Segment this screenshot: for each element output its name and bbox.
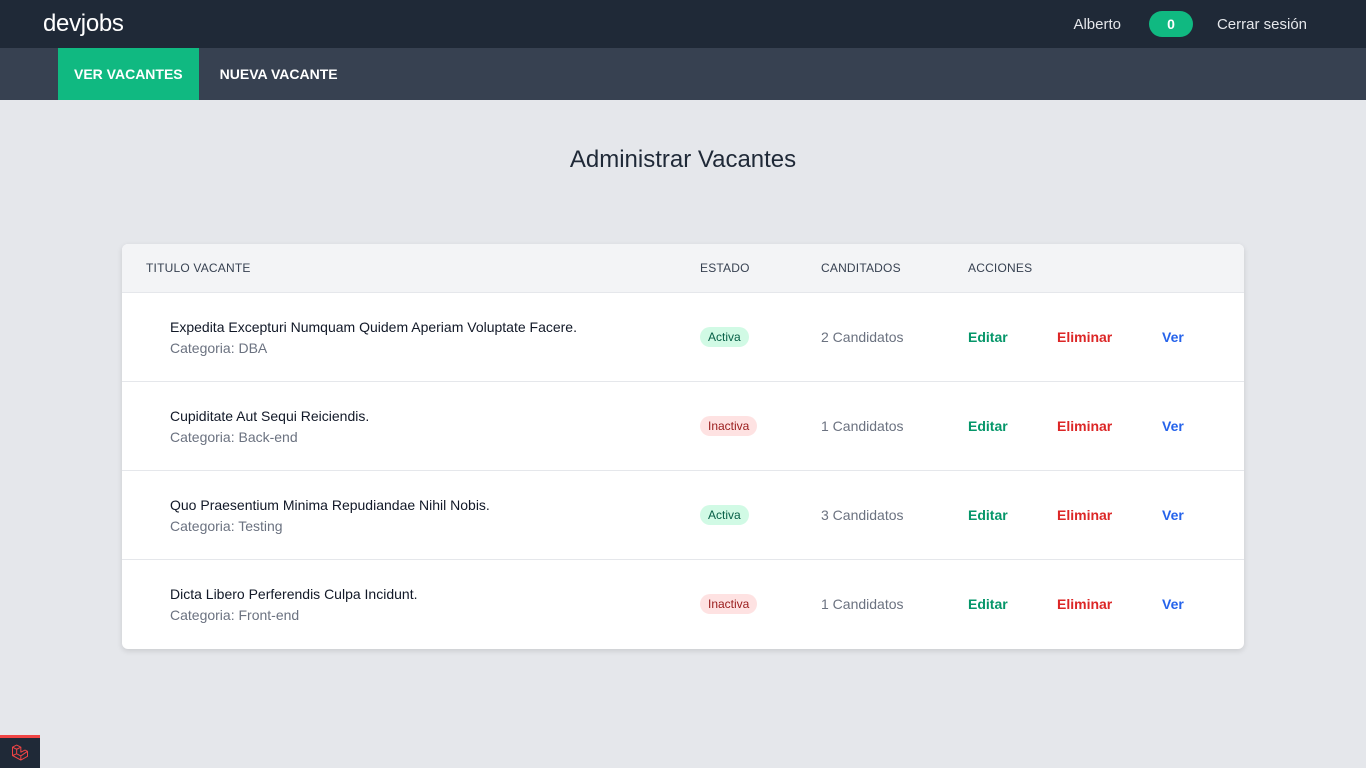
candidates-count[interactable]: 2 Candidatos <box>821 329 904 345</box>
candidates-count[interactable]: 3 Candidatos <box>821 507 904 523</box>
view-link[interactable]: Ver <box>1162 507 1184 523</box>
status-badge: Activa <box>700 505 749 525</box>
debugbar-toggle[interactable] <box>0 735 40 768</box>
laravel-icon <box>12 744 29 761</box>
view-link[interactable]: Ver <box>1162 418 1184 434</box>
table-row: Dicta Libero Perferendis Culpa Incidunt.… <box>122 560 1244 649</box>
edit-link[interactable]: Editar <box>968 596 1008 612</box>
nav-nueva-vacante[interactable]: Nueva Vacante <box>204 48 354 100</box>
user-area: Alberto 0 Cerrar sesión <box>1073 11 1307 37</box>
vacancies-table: Titulo Vacante Estado Canditados Accione… <box>122 244 1244 649</box>
nav-ver-vacantes[interactable]: Ver Vacantes <box>58 48 199 100</box>
header-candidatos: Canditados <box>821 261 901 275</box>
delete-link[interactable]: Eliminar <box>1057 507 1112 523</box>
header-titulo: Titulo Vacante <box>146 261 251 275</box>
logout-link[interactable]: Cerrar sesión <box>1217 16 1307 33</box>
job-category: Categoria: Back-end <box>170 429 298 445</box>
job-title: Expedita Excepturi Numquam Quidem Aperia… <box>170 319 577 335</box>
job-title: Quo Praesentium Minima Repudiandae Nihil… <box>170 497 490 513</box>
delete-link[interactable]: Eliminar <box>1057 418 1112 434</box>
delete-link[interactable]: Eliminar <box>1057 329 1112 345</box>
table-row: Quo Praesentium Minima Repudiandae Nihil… <box>122 471 1244 560</box>
edit-link[interactable]: Editar <box>968 507 1008 523</box>
job-category: Categoria: Front-end <box>170 607 300 623</box>
job-category: Categoria: Testing <box>170 518 283 534</box>
edit-link[interactable]: Editar <box>968 329 1008 345</box>
table-row: Expedita Excepturi Numquam Quidem Aperia… <box>122 293 1244 382</box>
page-title: Administrar Vacantes <box>569 146 797 173</box>
status-badge: Activa <box>700 327 749 347</box>
candidates-count[interactable]: 1 Candidatos <box>821 596 904 612</box>
job-category: Categoria: DBA <box>170 340 268 356</box>
job-title: Cupiditate Aut Sequi Reiciendis. <box>170 408 370 424</box>
status-badge: Inactiva <box>700 416 758 436</box>
status-badge: Inactiva <box>700 594 758 614</box>
notifications-badge[interactable]: 0 <box>1148 11 1193 37</box>
header-acciones: Acciones <box>968 261 1033 275</box>
user-name[interactable]: Alberto <box>1073 16 1121 33</box>
table-header: Titulo Vacante Estado Canditados Accione… <box>122 244 1244 293</box>
delete-link[interactable]: Eliminar <box>1057 596 1112 612</box>
top-bar: devjobs Alberto 0 Cerrar sesión <box>0 0 1366 48</box>
view-link[interactable]: Ver <box>1162 596 1184 612</box>
job-title: Dicta Libero Perferendis Culpa Incidunt. <box>170 586 418 602</box>
table-row: Cupiditate Aut Sequi Reiciendis. Categor… <box>122 382 1244 471</box>
brand-logo[interactable]: devjobs <box>43 10 124 38</box>
candidates-count[interactable]: 1 Candidatos <box>821 418 904 434</box>
edit-link[interactable]: Editar <box>968 418 1008 434</box>
sub-navigation: Ver Vacantes Nueva Vacante <box>0 48 1366 100</box>
header-estado: Estado <box>700 261 750 275</box>
view-link[interactable]: Ver <box>1162 329 1184 345</box>
